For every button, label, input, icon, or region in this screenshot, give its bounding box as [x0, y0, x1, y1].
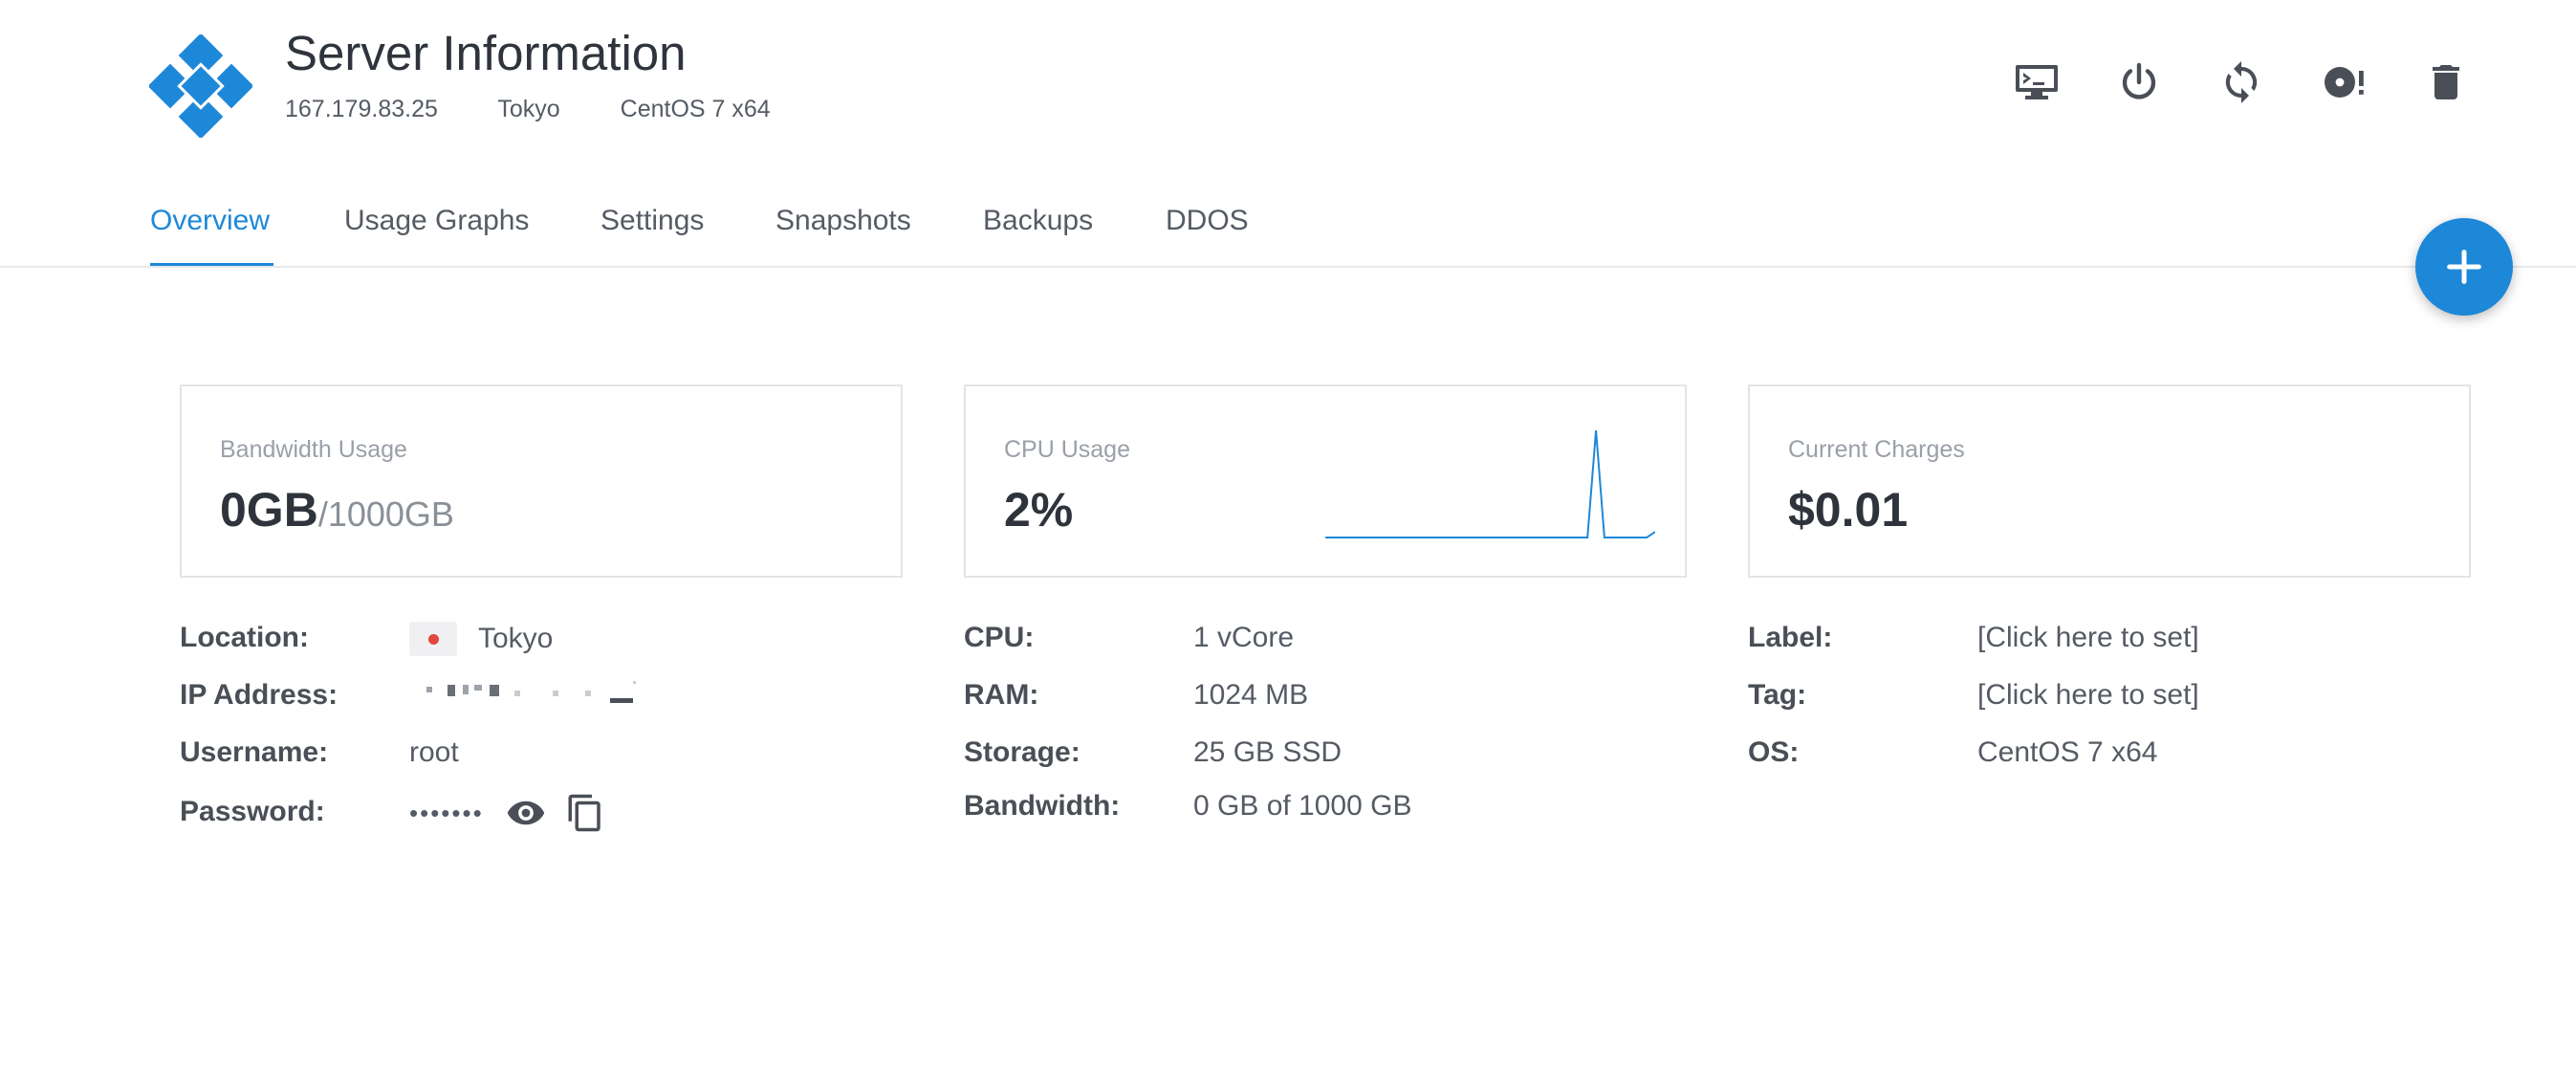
power-icon — [2122, 62, 2156, 99]
eye-icon — [507, 801, 544, 825]
password-value-wrap: ••••••• — [409, 792, 623, 834]
cpu-card: CPU Usage 2% — [964, 384, 1687, 578]
power-button[interactable] — [2110, 54, 2168, 111]
reinstall-button[interactable] — [2315, 54, 2372, 111]
restart-icon — [2225, 61, 2258, 103]
cpu-label: CPU: — [964, 622, 1035, 653]
ip-label: IP Address: — [180, 679, 338, 711]
tab-ddos[interactable]: DDOS — [1166, 205, 1249, 266]
bandwidth-total: /1000GB — [317, 494, 454, 534]
cpu-sparkline — [1325, 429, 1655, 538]
ip-value-wrap — [409, 679, 639, 708]
storage-label: Storage: — [964, 736, 1081, 768]
logo-icon — [149, 34, 252, 138]
cpu-card-label: CPU Usage — [1004, 436, 1130, 463]
tab-usage-graphs[interactable]: Usage Graphs — [344, 205, 529, 266]
storage-value: 25 GB SSD — [1193, 736, 1343, 768]
charges-card-label: Current Charges — [1788, 436, 1965, 463]
tab-snapshots[interactable]: Snapshots — [775, 205, 911, 266]
delete-button[interactable] — [2417, 54, 2475, 111]
server-location: Tokyo — [497, 96, 560, 122]
set-tag-link[interactable]: [Click here to set] — [1977, 679, 2199, 712]
cpu-sparkline-line — [1325, 429, 1655, 538]
add-button[interactable] — [2415, 218, 2513, 316]
location-value: Tokyo — [478, 623, 554, 654]
server-os: CentOS 7 x64 — [620, 96, 771, 122]
ram-value: 1024 MB — [1193, 679, 1309, 711]
console-icon — [2016, 65, 2058, 99]
tab-settings[interactable]: Settings — [600, 205, 704, 266]
username-label: Username: — [180, 736, 329, 768]
os-label: OS: — [1748, 736, 1800, 768]
server-ip: 167.179.83.25 — [285, 96, 438, 122]
os-value: CentOS 7 x64 — [1977, 736, 2158, 768]
show-password-button[interactable] — [505, 792, 547, 834]
label-label: Label: — [1748, 622, 1833, 653]
password-dots: ••••••• — [409, 798, 484, 827]
tag-label: Tag: — [1748, 679, 1807, 711]
set-label-link[interactable]: [Click here to set] — [1977, 622, 2199, 654]
trash-icon — [2433, 65, 2459, 99]
tab-backups[interactable]: Backups — [983, 205, 1093, 266]
page-title: Server Information — [285, 26, 687, 80]
bandwidth-card-value: 0GB/1000GB — [220, 482, 454, 538]
cpu-card-value: 2% — [1004, 483, 1074, 537]
username-value: root — [409, 736, 459, 768]
bandwidth-link[interactable]: 0 GB of 1000 GB — [1193, 790, 1411, 823]
copy-password-button[interactable] — [564, 792, 606, 834]
charges-card: Current Charges $0.01 — [1748, 384, 2471, 578]
cpu-value: 1 vCore — [1193, 622, 1295, 653]
charges-card-value: $0.01 — [1788, 483, 1909, 537]
japan-flag-icon — [409, 622, 457, 656]
server-subtitle: 167.179.83.25 Tokyo CentOS 7 x64 — [285, 96, 824, 123]
bandwidth-card: Bandwidth Usage 0GB/1000GB — [180, 384, 903, 578]
ram-label: RAM: — [964, 679, 1039, 711]
ip-value-redacted — [409, 679, 639, 708]
bandwidth-used: 0GB — [220, 483, 318, 537]
restart-button[interactable] — [2213, 54, 2270, 111]
plus-icon — [2447, 250, 2481, 284]
password-label: Password: — [180, 796, 325, 827]
console-button[interactable] — [2008, 54, 2065, 111]
copy-icon — [568, 794, 600, 832]
bandwidth-card-label: Bandwidth Usage — [220, 436, 407, 463]
reinstall-icon — [2325, 67, 2364, 98]
tab-divider — [0, 266, 2576, 268]
bandwidth-label: Bandwidth: — [964, 790, 1121, 822]
tab-overview[interactable]: Overview — [150, 205, 274, 266]
location-value-wrap: Tokyo — [409, 622, 553, 656]
location-label: Location: — [180, 622, 309, 653]
